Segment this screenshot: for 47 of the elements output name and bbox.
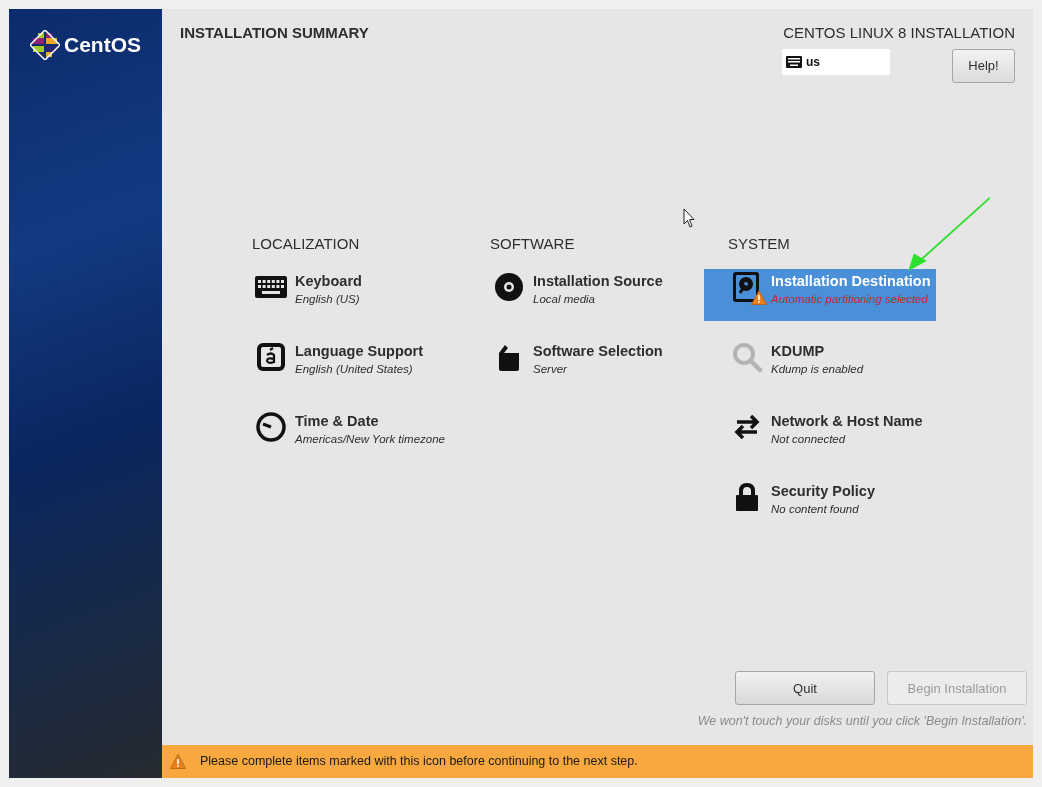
warning-message: Please complete items marked with this icon before continuing to the next step. xyxy=(200,753,638,771)
help-button[interactable]: Help! xyxy=(952,48,1015,83)
spoke-status: Not connected xyxy=(771,431,847,447)
disc-icon xyxy=(493,270,525,303)
logo-text: CentOS xyxy=(64,32,141,58)
summary-spoke[interactable]: Software Selection Server xyxy=(466,338,698,391)
spoke-status: Automatic partitioning selected xyxy=(771,291,929,307)
disk-note: We won't touch your disks until you click 'Begin Installation'. xyxy=(697,713,1027,731)
clock-icon xyxy=(255,410,287,443)
keyboard-layout-indicator[interactable]: us xyxy=(782,48,890,75)
layout-label: us xyxy=(806,53,820,71)
summary-spoke[interactable]: Time & Date Americas/New York timezone xyxy=(228,408,460,461)
spoke-title: Keyboard xyxy=(295,271,362,291)
summary-spoke[interactable]: Installation Source Local media xyxy=(466,268,698,321)
keyboard-icon xyxy=(786,55,802,68)
spoke-status: English (US) xyxy=(295,291,361,307)
spoke-title: Time & Date xyxy=(295,411,380,431)
summary-spoke[interactable]: Security Policy No content found xyxy=(704,478,936,531)
section-heading: LOCALIZATION xyxy=(252,233,360,253)
warning-icon xyxy=(170,754,186,769)
spoke-title: Installation Source xyxy=(533,271,663,291)
section-heading: SYSTEM xyxy=(728,233,790,253)
spoke-status: No content found xyxy=(771,501,860,517)
spoke-status: English (United States) xyxy=(295,361,414,377)
spoke-title: KDUMP xyxy=(771,341,826,361)
warning-icon xyxy=(751,289,767,305)
spoke-title: Network & Host Name xyxy=(771,411,923,431)
summary-spoke[interactable]: Language Support English (United States) xyxy=(228,338,460,391)
summary-spoke[interactable]: KDUMP Kdump is enabled xyxy=(704,338,936,391)
product-title: CENTOS LINUX 8 INSTALLATION xyxy=(783,23,1015,43)
spoke-status: Local media xyxy=(533,291,596,307)
summary-spoke[interactable]: Network & Host Name Not connected xyxy=(704,408,936,461)
page-title: INSTALLATION SUMMARY xyxy=(180,23,369,43)
spoke-status: Server xyxy=(533,361,568,377)
spoke-title: Installation Destination xyxy=(771,271,931,291)
section-heading: SOFTWARE xyxy=(490,233,575,253)
spoke-status: Kdump is enabled xyxy=(771,361,864,377)
search-icon xyxy=(731,340,763,373)
spoke-status: Americas/New York timezone xyxy=(295,431,445,447)
language-icon xyxy=(255,340,287,373)
action-button[interactable]: Quit xyxy=(735,671,875,706)
mouse-cursor-icon xyxy=(683,208,695,228)
logo-icon xyxy=(30,29,60,60)
spoke-title: Software Selection xyxy=(533,341,663,361)
summary-spoke[interactable]: Keyboard English (US) xyxy=(228,268,460,321)
spoke-title: Security Policy xyxy=(771,481,875,501)
spoke-title: Language Support xyxy=(295,341,424,361)
